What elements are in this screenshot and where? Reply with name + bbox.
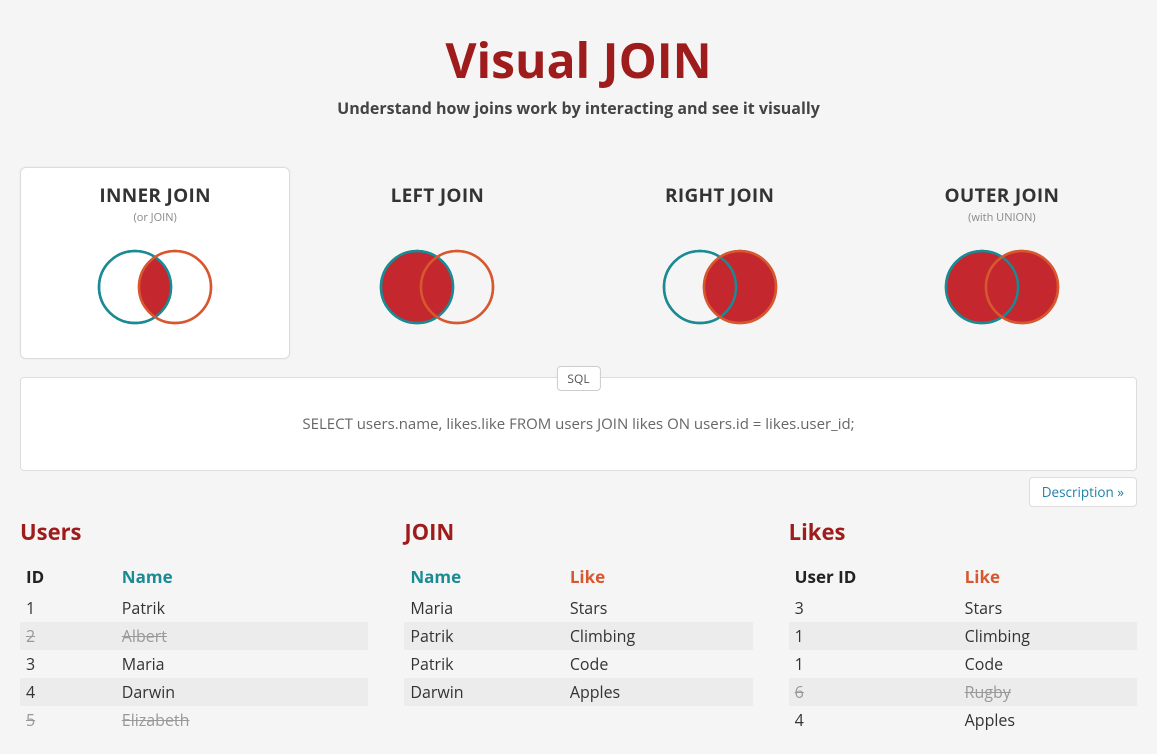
sql-query-text: SELECT users.name, likes.like FROM users…: [41, 414, 1116, 434]
table-cell: Apples: [564, 678, 753, 706]
description-link[interactable]: Description »: [1029, 477, 1137, 507]
tables-row: Users IDName1Patrik2Albert3Maria4Darwin5…: [20, 517, 1137, 734]
table-cell: Maria: [404, 594, 564, 622]
page-title: Visual JOIN: [20, 28, 1137, 93]
table-cell: 1: [789, 622, 959, 650]
table-cell: Climbing: [564, 622, 753, 650]
table-header: Like: [959, 561, 1137, 594]
venn-icon: [934, 237, 1070, 337]
likes-title: Likes: [789, 517, 1137, 547]
table-cell: Rugby: [959, 678, 1137, 706]
page-subtitle: Understand how joins work by interacting…: [20, 97, 1137, 119]
join-type-selector: INNER JOIN(or JOIN)LEFT JOIN RIGHT JOIN …: [20, 167, 1137, 359]
table-row: 1Code: [789, 650, 1137, 678]
join-card-right-join[interactable]: RIGHT JOIN: [585, 167, 855, 359]
table-cell: Code: [959, 650, 1137, 678]
venn-icon: [652, 237, 788, 337]
table-cell: 5: [20, 706, 116, 734]
table-cell: 1: [789, 650, 959, 678]
table-row: 5Elizabeth: [20, 706, 368, 734]
venn-icon: [87, 237, 223, 337]
table-row: 2Albert: [20, 622, 368, 650]
users-table: Users IDName1Patrik2Albert3Maria4Darwin5…: [20, 517, 368, 734]
table-cell: 1: [20, 594, 116, 622]
table-row: MariaStars: [404, 594, 752, 622]
table-row: 1Climbing: [789, 622, 1137, 650]
table-row: 6Rugby: [789, 678, 1137, 706]
join-card-outer-join[interactable]: OUTER JOIN (with UNION): [867, 167, 1137, 359]
table-cell: Elizabeth: [116, 706, 369, 734]
table-row: DarwinApples: [404, 678, 752, 706]
sql-label: SQL: [556, 366, 600, 391]
card-subtitle: (with UNION): [876, 210, 1128, 225]
join-table: JOIN NameLikeMariaStarsPatrikClimbingPat…: [404, 517, 752, 734]
table-cell: 3: [789, 594, 959, 622]
table-row: 3Stars: [789, 594, 1137, 622]
table-cell: 4: [20, 678, 116, 706]
card-title: OUTER JOIN: [876, 182, 1128, 208]
table-cell: Darwin: [404, 678, 564, 706]
likes-table: Likes User IDLike3Stars1Climbing1Code6Ru…: [789, 517, 1137, 734]
table-cell: Maria: [116, 650, 369, 678]
table-row: 4Apples: [789, 706, 1137, 734]
table-cell: Stars: [959, 594, 1137, 622]
join-card-left-join[interactable]: LEFT JOIN: [302, 167, 572, 359]
card-title: INNER JOIN: [29, 182, 281, 208]
table-header: ID: [20, 561, 116, 594]
table-header: Name: [404, 561, 564, 594]
table-cell: Stars: [564, 594, 753, 622]
table-cell: 4: [789, 706, 959, 734]
table-cell: Climbing: [959, 622, 1137, 650]
table-header: User ID: [789, 561, 959, 594]
card-title: RIGHT JOIN: [594, 182, 846, 208]
users-title: Users: [20, 517, 368, 547]
table-cell: Code: [564, 650, 753, 678]
table-cell: Albert: [116, 622, 369, 650]
table-cell: 2: [20, 622, 116, 650]
table-row: PatrikClimbing: [404, 622, 752, 650]
table-row: PatrikCode: [404, 650, 752, 678]
card-subtitle: (or JOIN): [29, 210, 281, 225]
card-subtitle: [594, 210, 846, 225]
table-cell: Patrik: [404, 622, 564, 650]
table-cell: 3: [20, 650, 116, 678]
table-cell: Apples: [959, 706, 1137, 734]
table-row: 1Patrik: [20, 594, 368, 622]
table-row: 4Darwin: [20, 678, 368, 706]
table-row: 3Maria: [20, 650, 368, 678]
table-cell: Patrik: [404, 650, 564, 678]
venn-icon: [369, 237, 505, 337]
join-card-inner-join[interactable]: INNER JOIN (or JOIN): [20, 167, 290, 359]
table-header: Name: [116, 561, 369, 594]
sql-box: SQL SELECT users.name, likes.like FROM u…: [20, 377, 1137, 471]
table-cell: Patrik: [116, 594, 369, 622]
table-cell: 6: [789, 678, 959, 706]
table-cell: Darwin: [116, 678, 369, 706]
card-title: LEFT JOIN: [311, 182, 563, 208]
card-subtitle: [311, 210, 563, 225]
join-title: JOIN: [404, 517, 752, 547]
table-header: Like: [564, 561, 753, 594]
